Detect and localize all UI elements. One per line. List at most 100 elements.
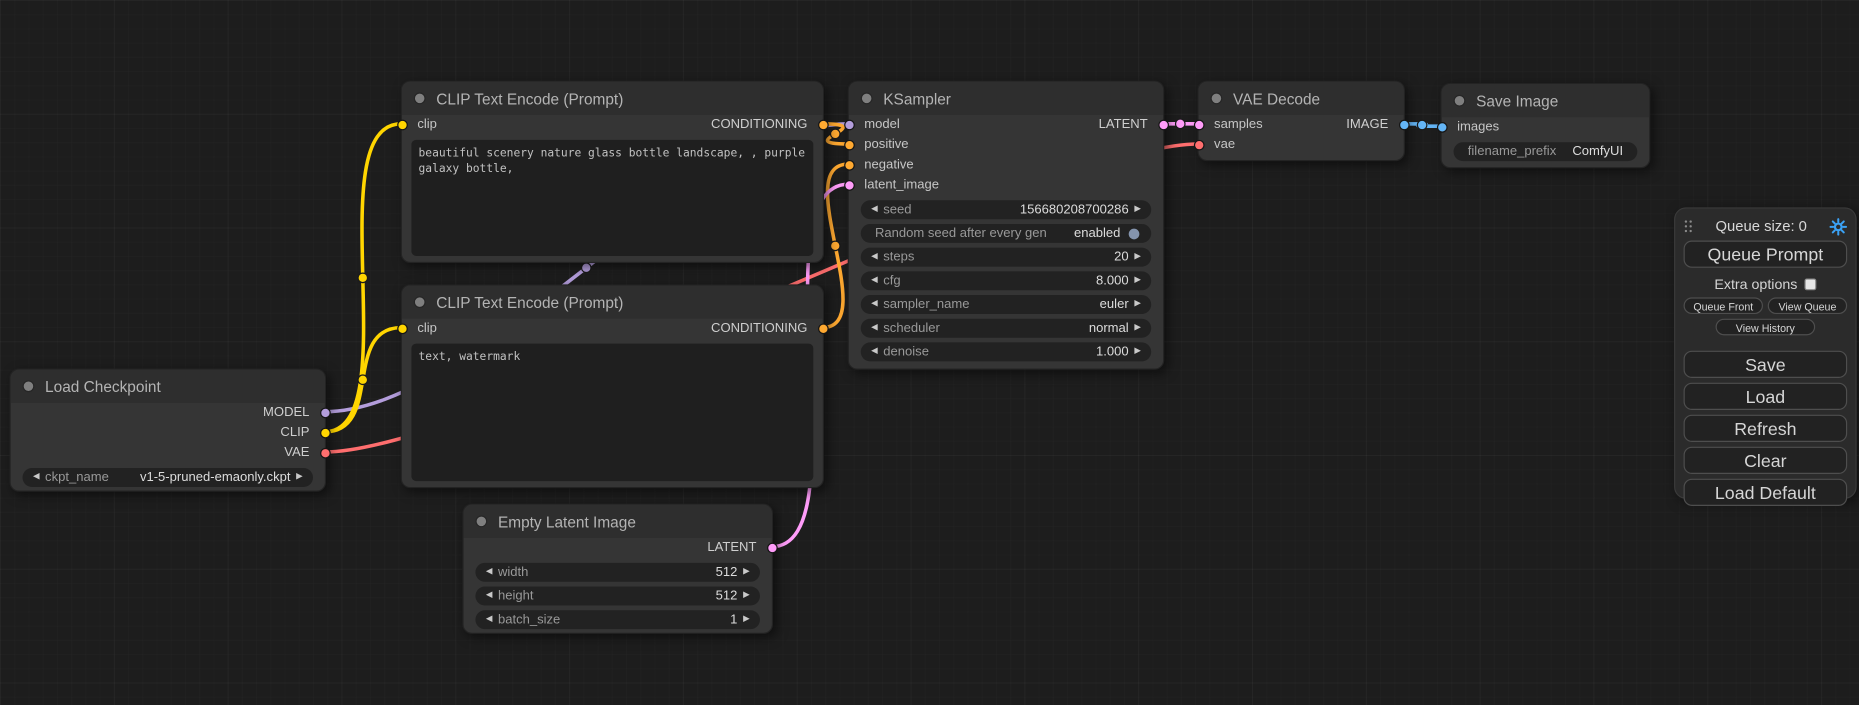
widget-value: 1 <box>730 613 737 627</box>
view-history-button[interactable]: View History <box>1716 319 1816 336</box>
latent-image-input-port[interactable] <box>844 180 855 191</box>
output-label: CONDITIONING <box>711 319 807 339</box>
collapse-dot-icon[interactable] <box>861 92 873 104</box>
decrement-arrow-icon[interactable]: ◀ <box>868 200 881 219</box>
prev-arrow-icon[interactable]: ◀ <box>30 468 43 487</box>
image-output-port[interactable] <box>1398 120 1409 131</box>
collapse-dot-icon[interactable] <box>475 515 487 527</box>
conditioning-output-port[interactable] <box>817 120 828 131</box>
width-widget[interactable]: ◀ width 512 ▶ <box>475 563 760 582</box>
filename-prefix-widget[interactable]: filename_prefix ComfyUI <box>1454 142 1638 161</box>
cfg-widget[interactable]: ◀ cfg 8.000 ▶ <box>861 271 1151 290</box>
toggle-dot-icon[interactable] <box>1129 228 1140 239</box>
seed-widget[interactable]: ◀ seed 156680208700286 ▶ <box>861 200 1151 219</box>
collapse-dot-icon[interactable] <box>23 380 35 392</box>
decrement-arrow-icon[interactable]: ◀ <box>483 610 496 629</box>
node-title-bar[interactable]: CLIP Text Encode (Prompt) <box>402 286 823 319</box>
node-clip-text-encode-positive[interactable]: CLIP Text Encode (Prompt) clip CONDITION… <box>401 81 824 263</box>
link-midpoint-dot[interactable] <box>358 375 367 384</box>
increment-arrow-icon[interactable]: ▶ <box>1131 200 1144 219</box>
scheduler-widget[interactable]: ◀ scheduler normal ▶ <box>861 319 1151 338</box>
node-empty-latent-image[interactable]: Empty Latent Image LATENT ◀ width 512 ▶ … <box>462 504 773 634</box>
link-midpoint-dot[interactable] <box>582 263 591 272</box>
increment-arrow-icon[interactable]: ▶ <box>1131 342 1144 361</box>
decrement-arrow-icon[interactable]: ◀ <box>868 342 881 361</box>
node-title-bar[interactable]: VAE Decode <box>1199 82 1404 115</box>
link-midpoint-dot[interactable] <box>831 129 840 138</box>
view-queue-button[interactable]: View Queue <box>1768 297 1847 314</box>
clip-output-port[interactable] <box>320 428 331 439</box>
link-midpoint-dot[interactable] <box>831 241 840 250</box>
refresh-button[interactable]: Refresh <box>1684 415 1848 442</box>
clip-input-port[interactable] <box>397 323 408 334</box>
queue-prompt-button[interactable]: Queue Prompt <box>1684 241 1848 268</box>
model-input-port[interactable] <box>844 120 855 131</box>
vae-output-port[interactable] <box>320 448 331 459</box>
node-save-image[interactable]: Save Image images filename_prefix ComfyU… <box>1441 83 1651 168</box>
save-button[interactable]: Save <box>1684 351 1848 378</box>
decrement-arrow-icon[interactable]: ◀ <box>483 587 496 606</box>
ckpt-name-widget[interactable]: ◀ ckpt_name v1-5-pruned-emaonly.ckpt ▶ <box>23 468 313 487</box>
clear-button[interactable]: Clear <box>1684 447 1848 474</box>
link-midpoint-dot[interactable] <box>1176 119 1185 128</box>
decrement-arrow-icon[interactable]: ◀ <box>868 248 881 267</box>
node-vae-decode[interactable]: VAE Decode samples IMAGE vae <box>1197 81 1404 162</box>
positive-input-port[interactable] <box>844 140 855 151</box>
output-label: VAE <box>284 443 309 463</box>
random-seed-toggle-widget[interactable]: Random seed after every gen enabled <box>861 224 1151 243</box>
link-midpoint-dot[interactable] <box>358 273 367 282</box>
denoise-widget[interactable]: ◀ denoise 1.000 ▶ <box>861 342 1151 361</box>
steps-widget[interactable]: ◀ steps 20 ▶ <box>861 248 1151 267</box>
sampler-name-widget[interactable]: ◀ sampler_name euler ▶ <box>861 295 1151 314</box>
collapse-dot-icon[interactable] <box>1454 95 1466 107</box>
next-arrow-icon[interactable]: ▶ <box>293 468 306 487</box>
increment-arrow-icon[interactable]: ▶ <box>1131 248 1144 267</box>
load-default-button[interactable]: Load Default <box>1684 479 1848 506</box>
height-widget[interactable]: ◀ height 512 ▶ <box>475 587 760 606</box>
model-output-port[interactable] <box>320 408 331 419</box>
input-label: clip <box>417 115 437 135</box>
negative-input-port[interactable] <box>844 160 855 171</box>
widget-label: ckpt_name <box>45 470 109 484</box>
conditioning-output-port[interactable] <box>817 323 828 334</box>
vae-input-port[interactable] <box>1193 140 1204 151</box>
node-title-bar[interactable]: KSampler <box>849 82 1163 115</box>
node-graph-canvas[interactable]: Load Checkpoint MODEL CLIP VAE ◀ ckpt_na… <box>0 0 1859 705</box>
increment-arrow-icon[interactable]: ▶ <box>1131 271 1144 290</box>
samples-input-port[interactable] <box>1193 120 1204 131</box>
widget-value: euler <box>1100 297 1129 311</box>
collapse-dot-icon[interactable] <box>414 296 426 308</box>
link-midpoint-dot[interactable] <box>1417 120 1426 129</box>
next-arrow-icon[interactable]: ▶ <box>1131 319 1144 338</box>
settings-gear-icon[interactable] <box>1828 217 1847 236</box>
increment-arrow-icon[interactable]: ▶ <box>740 587 753 606</box>
extra-options-checkbox[interactable] <box>1805 278 1817 290</box>
images-input-port[interactable] <box>1436 122 1447 133</box>
node-title-bar[interactable]: Empty Latent Image <box>464 505 772 538</box>
node-ksampler[interactable]: KSampler model LATENT positive negative … <box>848 81 1165 370</box>
batch-size-widget[interactable]: ◀ batch_size 1 ▶ <box>475 610 760 629</box>
prompt-textarea[interactable]: text, watermark <box>411 344 813 481</box>
node-clip-text-encode-negative[interactable]: CLIP Text Encode (Prompt) clip CONDITION… <box>401 284 824 488</box>
latent-output-port[interactable] <box>766 543 777 554</box>
collapse-dot-icon[interactable] <box>414 92 426 104</box>
node-title-bar[interactable]: CLIP Text Encode (Prompt) <box>402 82 823 115</box>
prev-arrow-icon[interactable]: ◀ <box>868 319 881 338</box>
next-arrow-icon[interactable]: ▶ <box>1131 295 1144 314</box>
latent-output-port[interactable] <box>1158 120 1169 131</box>
queue-front-button[interactable]: Queue Front <box>1684 297 1763 314</box>
decrement-arrow-icon[interactable]: ◀ <box>868 271 881 290</box>
prev-arrow-icon[interactable]: ◀ <box>868 295 881 314</box>
increment-arrow-icon[interactable]: ▶ <box>740 610 753 629</box>
increment-arrow-icon[interactable]: ▶ <box>740 563 753 582</box>
collapse-dot-icon[interactable] <box>1210 92 1222 104</box>
load-button[interactable]: Load <box>1684 383 1848 410</box>
input-label: samples <box>1214 115 1263 135</box>
prompt-textarea[interactable]: beautiful scenery nature glass bottle la… <box>411 140 813 256</box>
node-title-bar[interactable]: Load Checkpoint <box>11 370 325 403</box>
node-load-checkpoint[interactable]: Load Checkpoint MODEL CLIP VAE ◀ ckpt_na… <box>9 369 326 492</box>
decrement-arrow-icon[interactable]: ◀ <box>483 563 496 582</box>
node-title-bar[interactable]: Save Image <box>1442 84 1649 117</box>
clip-input-port[interactable] <box>397 120 408 131</box>
menu-drag-handle-icon[interactable] <box>1684 219 1695 234</box>
